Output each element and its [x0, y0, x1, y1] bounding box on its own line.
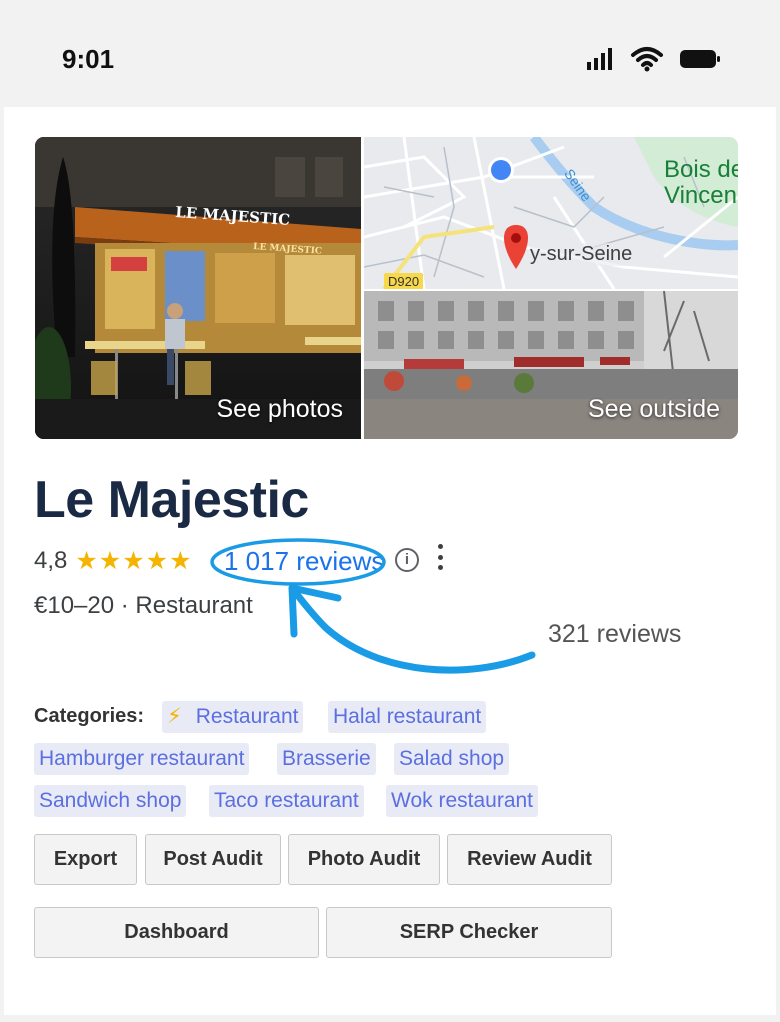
- photos-tile[interactable]: LE MAJESTIC LE MAJESTIC See photos: [35, 137, 361, 439]
- see-outside-label: See outside: [587, 395, 720, 423]
- star-icon: ★: [98, 546, 122, 575]
- category-chip-salad-shop[interactable]: Salad shop: [394, 743, 510, 775]
- wifi-icon: [631, 47, 663, 72]
- category-chip-taco-restaurant[interactable]: Taco restaurant: [209, 785, 364, 817]
- export-button[interactable]: Export: [34, 834, 137, 885]
- reviews-link[interactable]: 1 017 reviews: [224, 546, 384, 577]
- star-rating: ★ ★ ★ ★ ★: [75, 546, 192, 575]
- category-chip-sandwich-shop[interactable]: Sandwich shop: [34, 785, 187, 817]
- rating-row: 4,8 ★ ★ ★ ★ ★: [34, 544, 191, 578]
- annotation-text: 321 reviews: [548, 620, 682, 648]
- map-label-park-line2: Vincenn: [664, 182, 738, 209]
- see-photos-label: See photos: [216, 395, 344, 423]
- street-view-tile[interactable]: See outside: [364, 291, 738, 439]
- photo-audit-button[interactable]: Photo Audit: [288, 834, 440, 885]
- place-title: Le Majestic: [34, 471, 309, 529]
- star-icon: ★: [169, 546, 192, 575]
- rating-value: 4,8: [34, 547, 68, 574]
- star-icon: ★: [122, 546, 145, 575]
- map-tile[interactable]: Bois de Vincenn Seine y-sur-Seine D920: [364, 137, 738, 289]
- category-chip-restaurant[interactable]: ⚡ Restaurant: [162, 701, 304, 733]
- status-bar: 9:01: [0, 0, 780, 106]
- map-label-city: y-sur-Seine: [530, 243, 633, 266]
- category-chip-wok-restaurant[interactable]: Wok restaurant: [386, 785, 539, 817]
- dashboard-button[interactable]: Dashboard: [34, 907, 319, 958]
- info-icon[interactable]: i: [395, 548, 419, 572]
- category-chip-hamburger-restaurant[interactable]: Hamburger restaurant: [34, 743, 250, 775]
- signal-icon: [587, 48, 612, 70]
- categories-label: Categories:: [34, 705, 145, 727]
- storefront-photo: LE MAJESTIC LE MAJESTIC: [35, 137, 361, 439]
- status-time: 9:01: [62, 44, 115, 74]
- serp-checker-button[interactable]: SERP Checker: [326, 907, 612, 958]
- map-label-park: Bois de Vincenn: [664, 157, 738, 209]
- status-icons: [586, 46, 722, 72]
- map-label-park-line1: Bois de: [664, 156, 738, 183]
- more-options-icon[interactable]: [434, 544, 446, 570]
- review-audit-button[interactable]: Review Audit: [447, 834, 612, 885]
- map-road-label: D920: [384, 273, 424, 289]
- category-chip-brasserie[interactable]: Brasserie: [277, 743, 376, 775]
- category-chip-halal-restaurant[interactable]: Halal restaurant: [328, 701, 487, 733]
- star-icon: ★: [75, 546, 98, 575]
- price-category: €10–20 · Restaurant: [34, 592, 253, 619]
- star-icon: ★: [145, 546, 169, 575]
- post-audit-button[interactable]: Post Audit: [145, 834, 281, 885]
- lightning-icon: ⚡: [167, 705, 182, 728]
- battery-icon: [680, 50, 720, 68]
- category-chip-label: Restaurant: [195, 705, 299, 728]
